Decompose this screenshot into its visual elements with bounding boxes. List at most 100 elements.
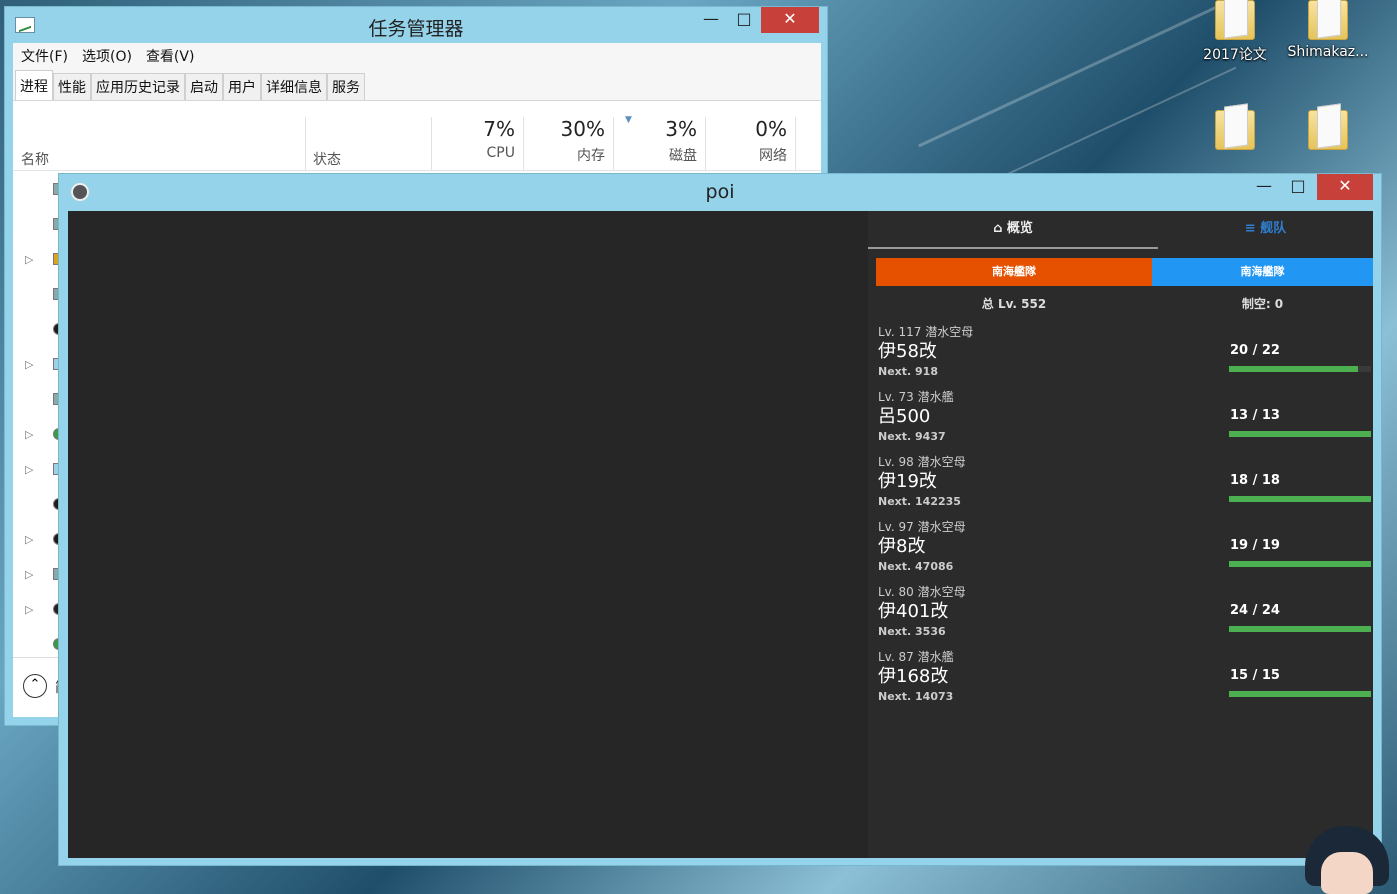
ship-row[interactable]: Lv. 98 潜水空母 伊19改 Next. 142235 18 / 18 xyxy=(878,453,1371,518)
fewer-details-icon[interactable]: ⌃ xyxy=(23,674,47,698)
menu-view[interactable]: 查看(V) xyxy=(146,46,195,66)
network-percent: 0% xyxy=(755,117,787,141)
fleet-button-1[interactable]: 南海艦隊 xyxy=(876,258,1152,286)
desktop-folder-4[interactable] xyxy=(1283,110,1373,150)
menu-icon: ≡ xyxy=(1244,221,1256,236)
tab-bar: 进程 性能 应用历史记录 启动 用户 详细信息 服务 xyxy=(13,69,821,101)
hp-bar-fill xyxy=(1229,431,1371,437)
ship-next-exp: Next. 918 xyxy=(878,365,938,378)
ship-name: 呂500 xyxy=(878,406,931,427)
expand-icon[interactable]: ▷ xyxy=(25,358,33,371)
hp-bar xyxy=(1229,431,1371,437)
column-header: 名称 状态 7% CPU 30% 内存 ▼ 3% 磁盘 0% 网络 xyxy=(13,101,821,171)
active-tab-indicator xyxy=(868,247,1158,249)
column-name[interactable]: 名称 xyxy=(21,149,49,169)
column-divider xyxy=(795,117,796,171)
column-network[interactable]: 0% 网络 xyxy=(707,117,787,165)
ship-hp: 20 / 22 xyxy=(1230,343,1280,358)
network-label: 网络 xyxy=(759,148,787,164)
hp-bar xyxy=(1229,561,1371,567)
column-memory[interactable]: 30% 内存 xyxy=(525,117,605,165)
game-area[interactable] xyxy=(68,211,868,858)
ship-name: 伊58改 xyxy=(878,341,937,362)
column-status[interactable]: 状态 xyxy=(313,149,341,169)
ship-hp: 13 / 13 xyxy=(1230,408,1280,423)
disk-percent: 3% xyxy=(665,117,697,141)
column-cpu[interactable]: 7% CPU xyxy=(433,117,515,161)
maximize-button[interactable]: □ xyxy=(1283,174,1313,200)
desktop-folder-3[interactable] xyxy=(1190,110,1280,150)
ship-name: 伊8改 xyxy=(878,536,926,557)
fleet-total-level: 总 Lv. 552 xyxy=(981,297,1047,311)
wallpaper-character xyxy=(1297,826,1397,894)
hp-bar xyxy=(1229,691,1371,697)
expand-icon[interactable]: ▷ xyxy=(25,603,33,616)
hp-bar-fill xyxy=(1229,366,1359,372)
fleet-panel: ⌂ 概览 ≡ 舰队 南海艦隊 南海艦隊 总 Lv. 552 制空: 0 Lv. … xyxy=(868,211,1373,858)
hp-bar xyxy=(1229,626,1371,632)
hp-bar xyxy=(1229,496,1371,502)
ship-name: 伊19改 xyxy=(878,471,937,492)
window-title: poi xyxy=(705,181,735,203)
memory-label: 内存 xyxy=(577,148,605,164)
desktop-folder-2017[interactable]: 2017论文 xyxy=(1190,0,1280,64)
minimize-button[interactable]: — xyxy=(1249,174,1279,200)
expand-icon[interactable]: ▷ xyxy=(25,253,33,266)
fleet-air-control: 制空: 0 xyxy=(1241,297,1284,311)
hp-bar-fill xyxy=(1229,496,1371,502)
expand-icon[interactable]: ▷ xyxy=(25,428,33,441)
ship-hp: 19 / 19 xyxy=(1230,538,1280,553)
hp-bar xyxy=(1229,366,1371,372)
close-button[interactable]: ✕ xyxy=(761,7,819,33)
cpu-percent: 7% xyxy=(483,117,515,141)
tab-processes[interactable]: 进程 xyxy=(15,70,53,100)
character-face xyxy=(1321,852,1373,894)
poi-body: ⌂ 概览 ≡ 舰队 南海艦隊 南海艦隊 总 Lv. 552 制空: 0 Lv. … xyxy=(68,211,1373,858)
tab-fleet[interactable]: ≡ 舰队 xyxy=(1158,211,1373,249)
menubar: 文件(F) 选项(O) 查看(V) xyxy=(13,43,821,69)
hp-bar-fill xyxy=(1229,561,1371,567)
desktop-folder-shimakaze[interactable]: Shimakaz... xyxy=(1283,0,1373,60)
tab-details[interactable]: 详细信息 xyxy=(261,73,327,100)
tab-overview-label: 概览 xyxy=(1006,221,1033,236)
tab-users[interactable]: 用户 xyxy=(223,73,261,100)
ship-row[interactable]: Lv. 80 潜水空母 伊401改 Next. 3536 24 / 24 xyxy=(878,583,1371,648)
expand-icon[interactable]: ▷ xyxy=(25,463,33,476)
hp-bar-fill xyxy=(1229,626,1371,632)
ship-name: 伊401改 xyxy=(878,601,949,622)
ship-row[interactable]: Lv. 97 潜水空母 伊8改 Next. 47086 19 / 19 xyxy=(878,518,1371,583)
ship-row[interactable]: Lv. 73 潜水艦 呂500 Next. 9437 13 / 13 xyxy=(878,388,1371,453)
memory-percent: 30% xyxy=(560,117,605,141)
menu-file[interactable]: 文件(F) xyxy=(21,46,68,66)
ship-hp: 15 / 15 xyxy=(1230,668,1280,683)
expand-icon[interactable]: ▷ xyxy=(25,568,33,581)
maximize-button[interactable]: □ xyxy=(729,7,759,33)
column-disk[interactable]: 3% 磁盘 xyxy=(615,117,697,165)
fleet-button-2[interactable]: 南海艦隊 xyxy=(1152,258,1373,286)
ship-hp: 18 / 18 xyxy=(1230,473,1280,488)
ship-row[interactable]: Lv. 117 潜水空母 伊58改 Next. 918 20 / 22 xyxy=(878,323,1371,388)
close-button[interactable]: ✕ xyxy=(1317,174,1373,200)
task-manager-titlebar[interactable]: 任务管理器 — □ ✕ xyxy=(5,7,827,43)
panel-nav: ⌂ 概览 ≡ 舰队 xyxy=(868,211,1373,249)
ship-name: 伊168改 xyxy=(878,666,949,687)
folder-icon xyxy=(1215,110,1255,150)
tab-overview[interactable]: ⌂ 概览 xyxy=(868,211,1158,249)
desktop-icon-label: Shimakaz... xyxy=(1287,44,1369,60)
home-icon: ⌂ xyxy=(993,221,1003,236)
folder-icon xyxy=(1308,110,1348,150)
folder-icon xyxy=(1215,0,1255,40)
column-divider xyxy=(523,117,524,171)
minimize-button[interactable]: — xyxy=(695,7,727,33)
expand-icon[interactable]: ▷ xyxy=(25,533,33,546)
column-divider xyxy=(431,117,432,171)
tab-startup[interactable]: 启动 xyxy=(185,73,223,100)
tab-app-history[interactable]: 应用历史记录 xyxy=(91,73,185,100)
tab-performance[interactable]: 性能 xyxy=(53,73,91,100)
ship-row[interactable]: Lv. 87 潜水艦 伊168改 Next. 14073 15 / 15 xyxy=(878,648,1371,713)
disk-label: 磁盘 xyxy=(669,148,697,164)
tab-services[interactable]: 服务 xyxy=(327,73,365,100)
ship-next-exp: Next. 142235 xyxy=(878,495,961,508)
menu-options[interactable]: 选项(O) xyxy=(82,46,132,66)
poi-titlebar[interactable]: poi — □ ✕ xyxy=(59,174,1381,210)
